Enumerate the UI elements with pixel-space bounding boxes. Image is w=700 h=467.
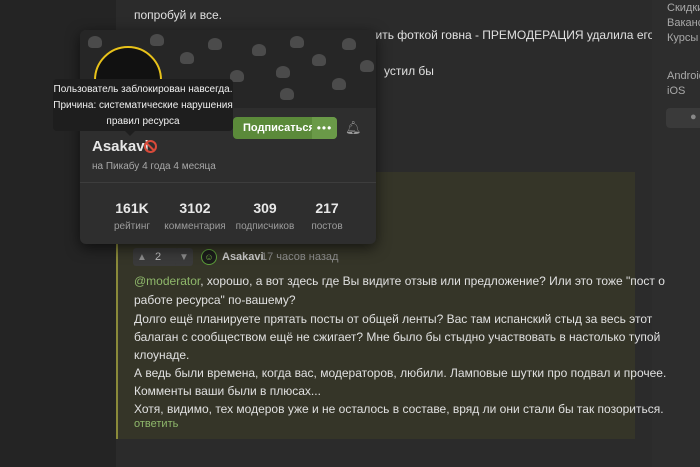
- comment-line: работе ресурса" по-вашему?: [134, 293, 296, 307]
- comment-line: клоунаде.: [134, 348, 190, 362]
- reply-link[interactable]: ответить: [134, 418, 178, 430]
- bell-icon[interactable]: 🔔︎: [345, 120, 362, 136]
- stat-rating[interactable]: 161K рейтинг: [97, 200, 167, 232]
- comment-line: Долго ещё планируете прятать посты от об…: [134, 312, 653, 326]
- tooltip-line: правил ресурса: [106, 116, 180, 127]
- tooltip-line: Пользователь заблокирован навсегда.: [53, 84, 233, 95]
- stat-label: комментария: [164, 221, 226, 232]
- comment-avatar[interactable]: ☺: [201, 249, 217, 265]
- stat-value: 161K: [115, 200, 149, 216]
- apple-icon: ●: [690, 111, 697, 123]
- vote-count: 2: [155, 251, 162, 263]
- stat-label: постов: [311, 221, 343, 232]
- post-text-line: устил бы: [384, 64, 434, 78]
- comment-line: балаган с сообществом ещё не сжигает? Мн…: [134, 330, 661, 344]
- more-button[interactable]: •••: [312, 117, 337, 139]
- comment-line-text: , хорошо, а вот здесь где Вы видите отзы…: [200, 274, 665, 288]
- stat-label: рейтинг: [113, 221, 151, 232]
- comment-line: @moderator, хорошо, а вот здесь где Вы в…: [134, 274, 665, 288]
- ban-tooltip: Пользователь заблокирован навсегда. Прич…: [53, 79, 233, 136]
- sidebar-link[interactable]: Курсы: [667, 32, 698, 44]
- tooltip-line: Причина: систематические нарушения: [53, 100, 233, 111]
- sidebar-link[interactable]: Ваканс: [667, 17, 700, 29]
- stat-value: 217: [315, 200, 339, 216]
- profile-since: на Пикабу 4 года 4 месяца: [92, 161, 216, 172]
- ban-icon: [144, 140, 157, 153]
- comment-line: Хотя, видимо, тех модеров уже и не остал…: [134, 402, 664, 416]
- comment-author[interactable]: Asakavi: [222, 251, 264, 263]
- profile-name[interactable]: Asakavi: [92, 138, 149, 155]
- downvote-icon[interactable]: ▼: [175, 248, 193, 266]
- divider: [80, 182, 376, 183]
- mention-link[interactable]: @moderator: [134, 274, 200, 288]
- stat-value: 3102: [179, 200, 211, 216]
- post-text-line: тить фоткой говна - ПРЕМОДЕРАЦИЯ удалила…: [370, 28, 655, 42]
- comment-line: А ведь были времена, когда вас, модерато…: [134, 366, 667, 380]
- sidebar-link-android[interactable]: Android: [667, 70, 700, 82]
- sidebar-link-ios[interactable]: iOS: [667, 85, 685, 97]
- stat-comments[interactable]: 3102 комментария: [160, 200, 230, 232]
- upvote-icon[interactable]: ▲: [133, 248, 151, 266]
- comment-line: Комменты ваши были в плюсах...: [134, 384, 321, 398]
- comment-time[interactable]: 17 часов назад: [261, 251, 338, 263]
- stat-value: 309: [253, 200, 277, 216]
- sidebar-link[interactable]: Скидки: [667, 2, 700, 14]
- post-text-line: попробуй и все.: [134, 8, 222, 22]
- stat-subscribers[interactable]: 309 подписчиков: [230, 200, 300, 232]
- profile-card: Подписаться ••• 🔔︎ Asakavi на Пикабу 4 г…: [80, 30, 376, 244]
- stat-posts[interactable]: 217 постов: [292, 200, 362, 232]
- stat-label: подписчиков: [235, 221, 295, 232]
